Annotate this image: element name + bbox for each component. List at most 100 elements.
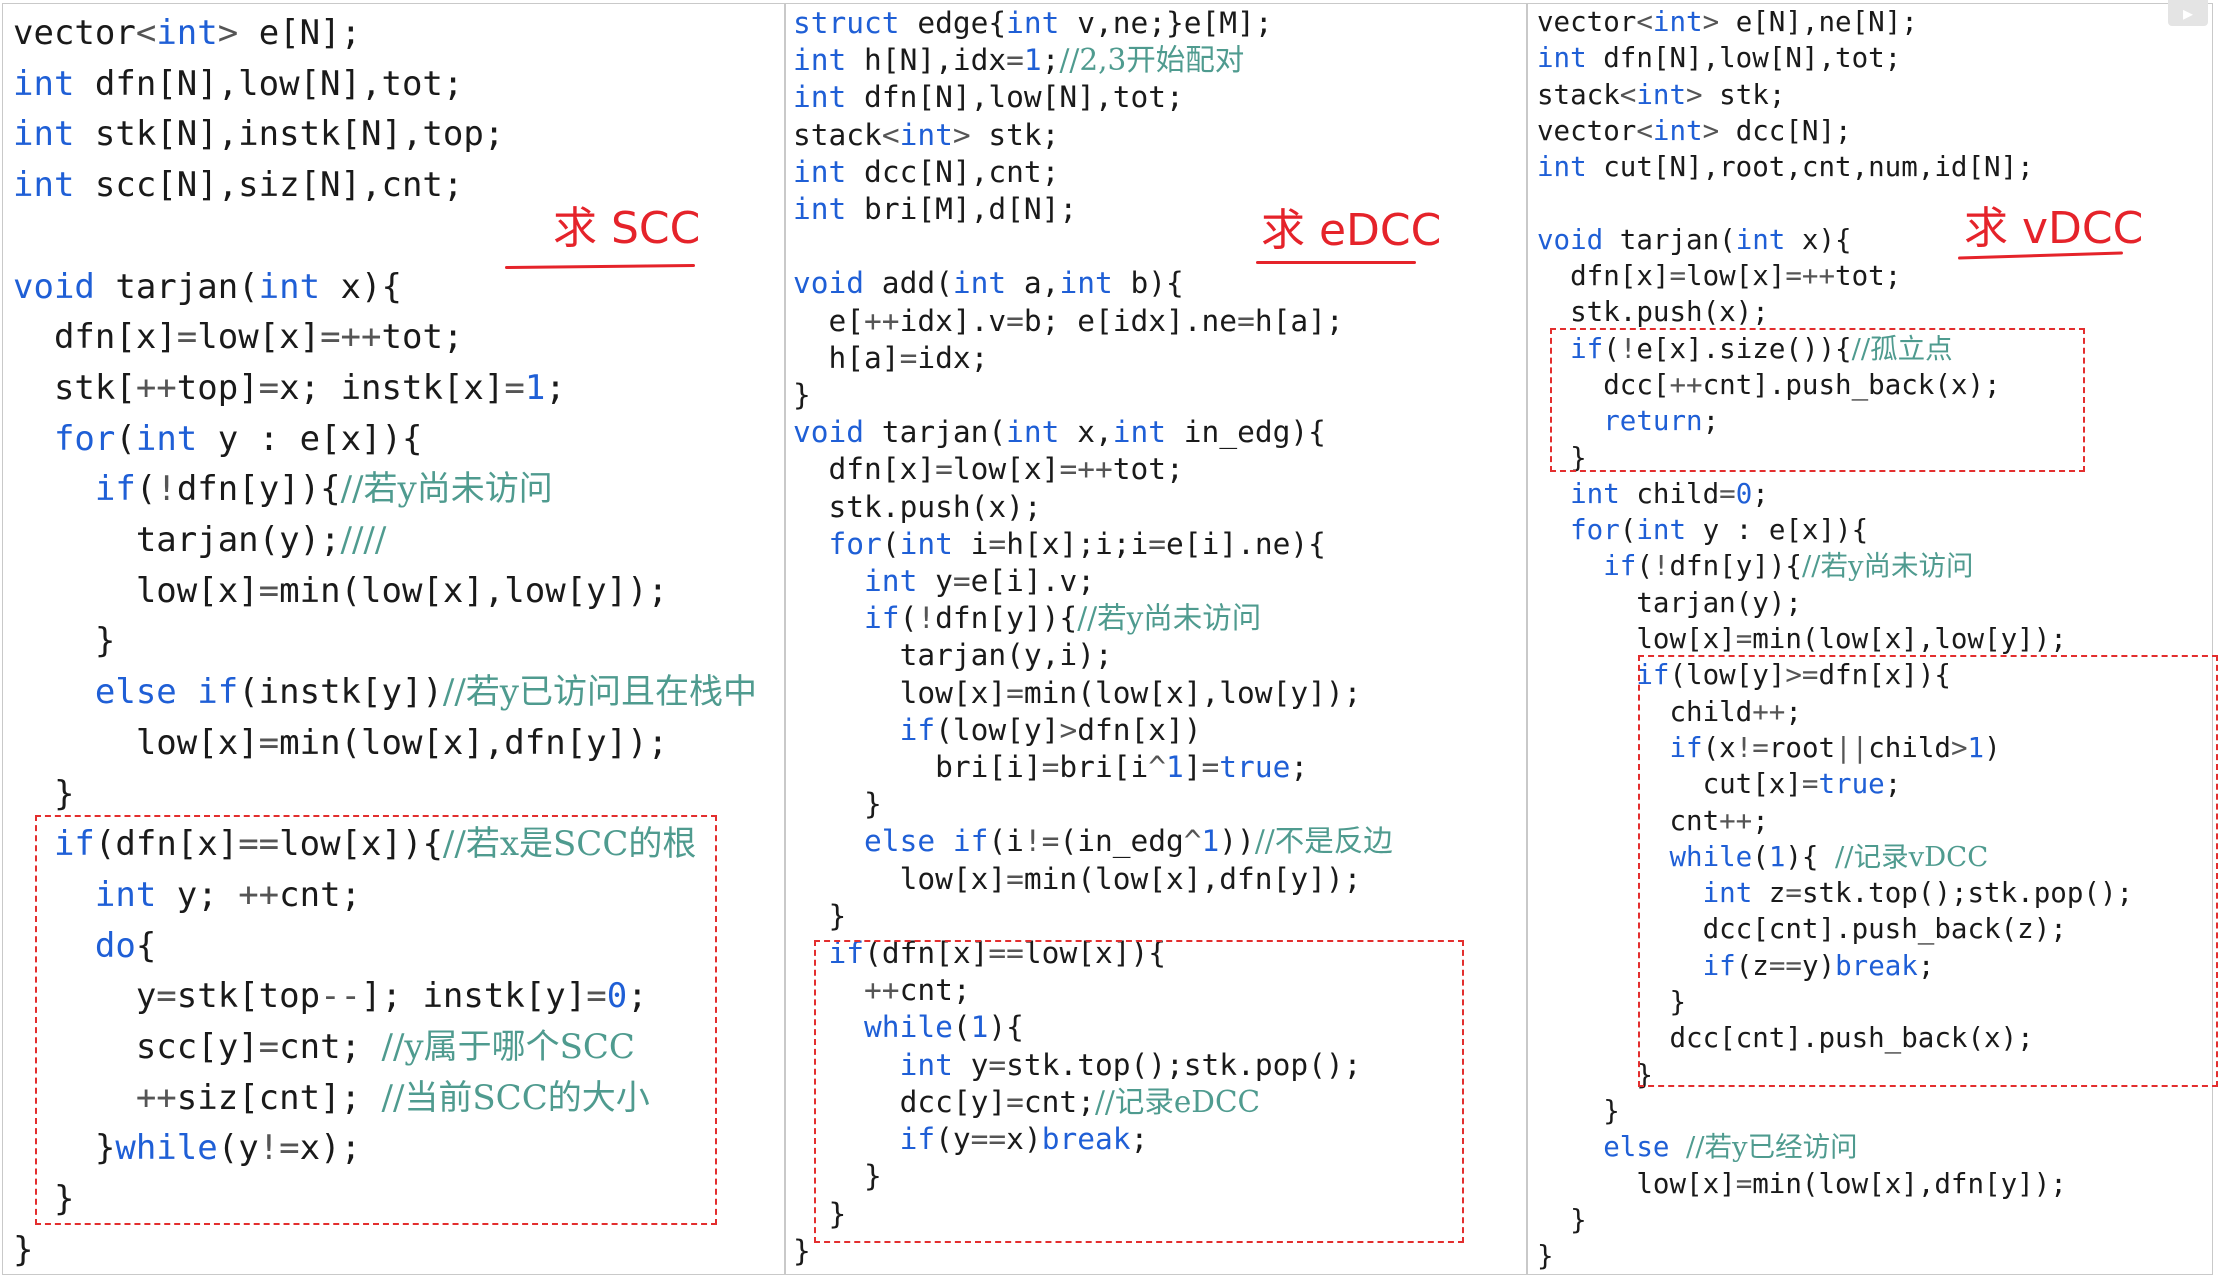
code-token: a, [1006,266,1060,301]
code-token: tot; [381,317,464,358]
code-token: dfn[x] [1537,260,1670,293]
code-token: ; [1041,43,1060,78]
code-token: ( [881,526,900,561]
code-line: } [1537,1238,2133,1274]
code-comment: //若y尚未访问 [1801,550,1974,583]
code-token: ( [1619,514,1637,547]
code-token: dfn[x] [13,317,177,358]
code-token: = [899,340,918,375]
code-line: int h[N],idx=1;//2,3开始配对 [793,42,1393,79]
code-token: dcc[N]; [1719,114,1852,147]
code-token: else if [94,672,239,713]
code-line: h[a]=idx; [793,340,1393,377]
code-token: > [952,117,971,152]
code-line: low[x]=min(low[x],low[y]); [13,566,757,617]
edcc-annotation-underline [1256,261,1416,264]
code-comment: //不是反边 [1254,824,1393,859]
code-token: low[x] [197,317,321,358]
code-token: int [156,13,218,53]
code-token: } [793,898,847,933]
code-line: } [793,786,1393,823]
code-line: dfn[x]=low[x]=++tot; [793,451,1393,488]
code-line: vector<int> e[N],ne[N]; [1537,4,2133,40]
code-token: void [793,415,865,450]
code-token: int [135,418,198,459]
code-line: stk.push(x); [1537,294,2133,330]
code-token: < [1636,6,1653,38]
code-line: if(!dfn[y]){//若y尚未访问 [1537,548,2133,584]
code-token: tarjan( [1603,223,1736,256]
code-token: e[ [793,303,865,338]
code-token: = [1006,861,1024,896]
code-line: dfn[x]=low[x]=++tot; [1537,258,2133,294]
code-token: e[i].ne){ [1166,526,1326,561]
code-token: (i [988,824,1024,859]
code-token: x){ [1785,223,1852,256]
code-line: bri[i]=bri[i^1]=true; [793,749,1393,786]
code-token: dcc[N],cnt; [846,154,1060,189]
code-token: dfn[x] [793,452,936,487]
code-token: min(low[x],dfn[y]); [1023,861,1362,896]
code-token: = [176,317,198,358]
code-token: low[x] [793,861,1007,896]
code-token: bri[i [1059,750,1149,785]
code-comment: //2,3开始配对 [1059,43,1245,78]
code-token: low[x] [1537,623,1736,656]
code-line: low[x]=min(low[x],dfn[y]); [13,718,757,769]
code-token: vector [13,13,136,53]
code-line: tarjan(y,i); [793,637,1393,674]
code-token: } [1537,1203,1587,1236]
code-token: int [1006,415,1060,450]
code-token: void [793,266,865,301]
code-token: e[N],ne[N]; [1719,6,1918,38]
code-token: = [952,564,971,599]
code-token: ; [1290,750,1309,785]
code-token: = [504,367,525,408]
code-token: min(low[x],low[y]); [1023,675,1362,710]
code-token: = [1735,623,1753,656]
code-line: else //若y已经访问 [1537,1129,2133,1165]
code-token: = [1006,303,1024,338]
code-token: stack [1537,78,1620,111]
code-token: tarjan( [864,415,1007,450]
code-token: h[N],idx [846,43,1007,78]
code-line: stack<int> stk; [1537,77,2133,113]
code-token: struct [793,6,900,40]
code-token: > [1702,6,1720,38]
code-token: int [13,63,75,104]
scc-code-panel: vector<int> e[N]; int dfn[N],low[N],tot; i… [0,0,784,1279]
code-token: tarjan(y); [13,520,341,561]
code-token: stk[ [13,367,136,408]
code-token: low[x] [1686,260,1786,293]
code-line: } [13,1225,757,1276]
code-line: if(!dfn[y]){//若y尚未访问 [793,600,1393,637]
code-token: = [1006,675,1024,710]
code-line: vector<int> dcc[N]; [1537,113,2133,149]
code-token: } [13,621,116,662]
code-line: stk.push(x); [793,489,1393,526]
code-comment: //// [340,520,387,561]
code-token: low[x] [13,722,259,763]
code-comment: //若y尚未访问 [340,469,553,510]
code-token: 0 [1735,477,1753,510]
vdcc-code-panel: vector<int> e[N],ne[N]; int dfn[N],low[N]… [1528,0,2219,1279]
code-comment: //若y已经访问 [1686,1131,1858,1164]
code-token: = [1669,260,1687,293]
code-token: dfn[N],low[N],tot; [1586,42,1902,75]
code-token: } [793,1233,811,1268]
code-token: < [881,117,900,152]
code-line: } [793,898,1393,935]
code-line: int dcc[N],cnt; [793,154,1393,191]
code-token: = [1237,303,1255,338]
code-token: else if [864,824,989,859]
code-token: add( [864,266,953,301]
code-token: tarjan(y,i); [793,638,1113,673]
code-token: int [793,192,847,227]
code-token: if [864,601,900,636]
code-token: int [1636,514,1687,547]
